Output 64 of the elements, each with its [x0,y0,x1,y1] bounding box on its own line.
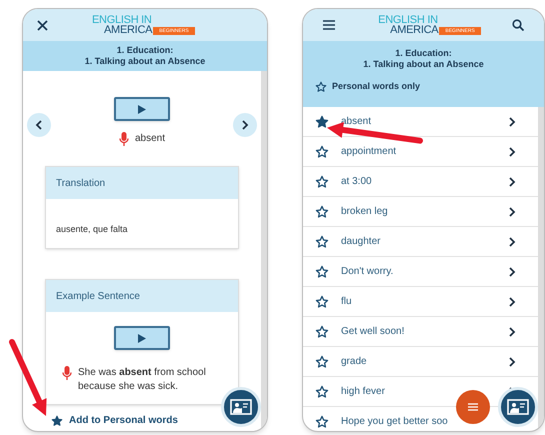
play-button[interactable] [114,97,170,121]
flashcard-button[interactable] [498,387,538,427]
chevron-right-icon [508,356,516,366]
chevron-right-icon [508,236,516,246]
example-sentence: She was absent from school because she was sick. [78,366,207,394]
chevron-right-icon [508,206,516,216]
star-outline-icon[interactable] [315,294,329,308]
play-icon [138,334,146,342]
microphone-icon[interactable] [118,132,129,146]
logo-text: ENGLISH IN [92,15,152,25]
filled-star-icon[interactable] [315,114,329,128]
next-button[interactable] [233,113,257,137]
chevron-right-icon [508,266,516,276]
star-outline-icon[interactable] [315,264,329,278]
word-list-item[interactable]: flu [303,287,538,317]
word-list-item[interactable]: Don't worry. [303,257,538,287]
chevron-right-icon [508,146,516,156]
vocabulary-word: absent [134,132,166,146]
play-icon [138,104,146,114]
logo-text: AMERICA [390,25,438,35]
flashcard-button[interactable] [221,387,261,427]
star-outline-icon[interactable] [315,204,329,218]
filled-star-icon[interactable] [51,414,63,426]
lesson-title: 1. Talking about an Absence [84,56,206,67]
play-button[interactable] [114,326,170,350]
previous-button[interactable] [27,113,51,137]
chevron-right-icon [508,296,516,306]
chevron-right-icon [241,120,249,130]
card-heading: Translation [56,176,106,190]
chevron-right-icon [508,326,516,336]
microphone-icon[interactable] [62,366,72,380]
chevron-right-icon [508,116,516,126]
translation-text: ausente, que falta [55,223,129,236]
menu-icon [468,403,478,411]
star-outline-icon[interactable] [315,324,329,338]
star-outline-icon[interactable] [315,144,329,158]
menu-button[interactable] [456,390,490,424]
personal-words-filter[interactable]: Personal words only [315,80,544,94]
card-heading: Example Sentence [56,290,140,304]
star-outline-icon[interactable] [315,174,329,188]
word-list-item[interactable]: at 3:00 [303,167,538,197]
chevron-left-icon [35,120,43,130]
lesson-title: 1. Talking about an Absence [362,59,485,70]
presentation-icon [230,399,252,415]
chevron-right-icon [508,176,516,186]
word-list-item[interactable]: broken leg [303,197,538,227]
word-list-item[interactable]: appointment [303,137,538,167]
menu-icon[interactable] [323,20,335,30]
star-outline-icon[interactable] [315,414,329,428]
logo-text: ENGLISH IN [378,15,438,25]
star-outline-icon[interactable] [315,384,329,398]
lesson-title: 1. Education: [394,48,453,59]
add-to-personal-words[interactable]: Add to Personal words [51,413,178,428]
star-outline-icon[interactable] [315,80,327,93]
presentation-icon [507,399,529,415]
search-icon[interactable] [512,19,524,31]
word-list-item[interactable]: grade [303,347,538,377]
word-list-item[interactable]: Get well soon! [303,317,538,347]
logo-text: AMERICA [104,25,152,35]
star-outline-icon[interactable] [315,234,329,248]
close-icon[interactable] [37,20,48,30]
star-outline-icon[interactable] [315,354,329,368]
word-list-item[interactable]: daughter [303,227,538,257]
lesson-title: 1. Education: [116,45,174,56]
